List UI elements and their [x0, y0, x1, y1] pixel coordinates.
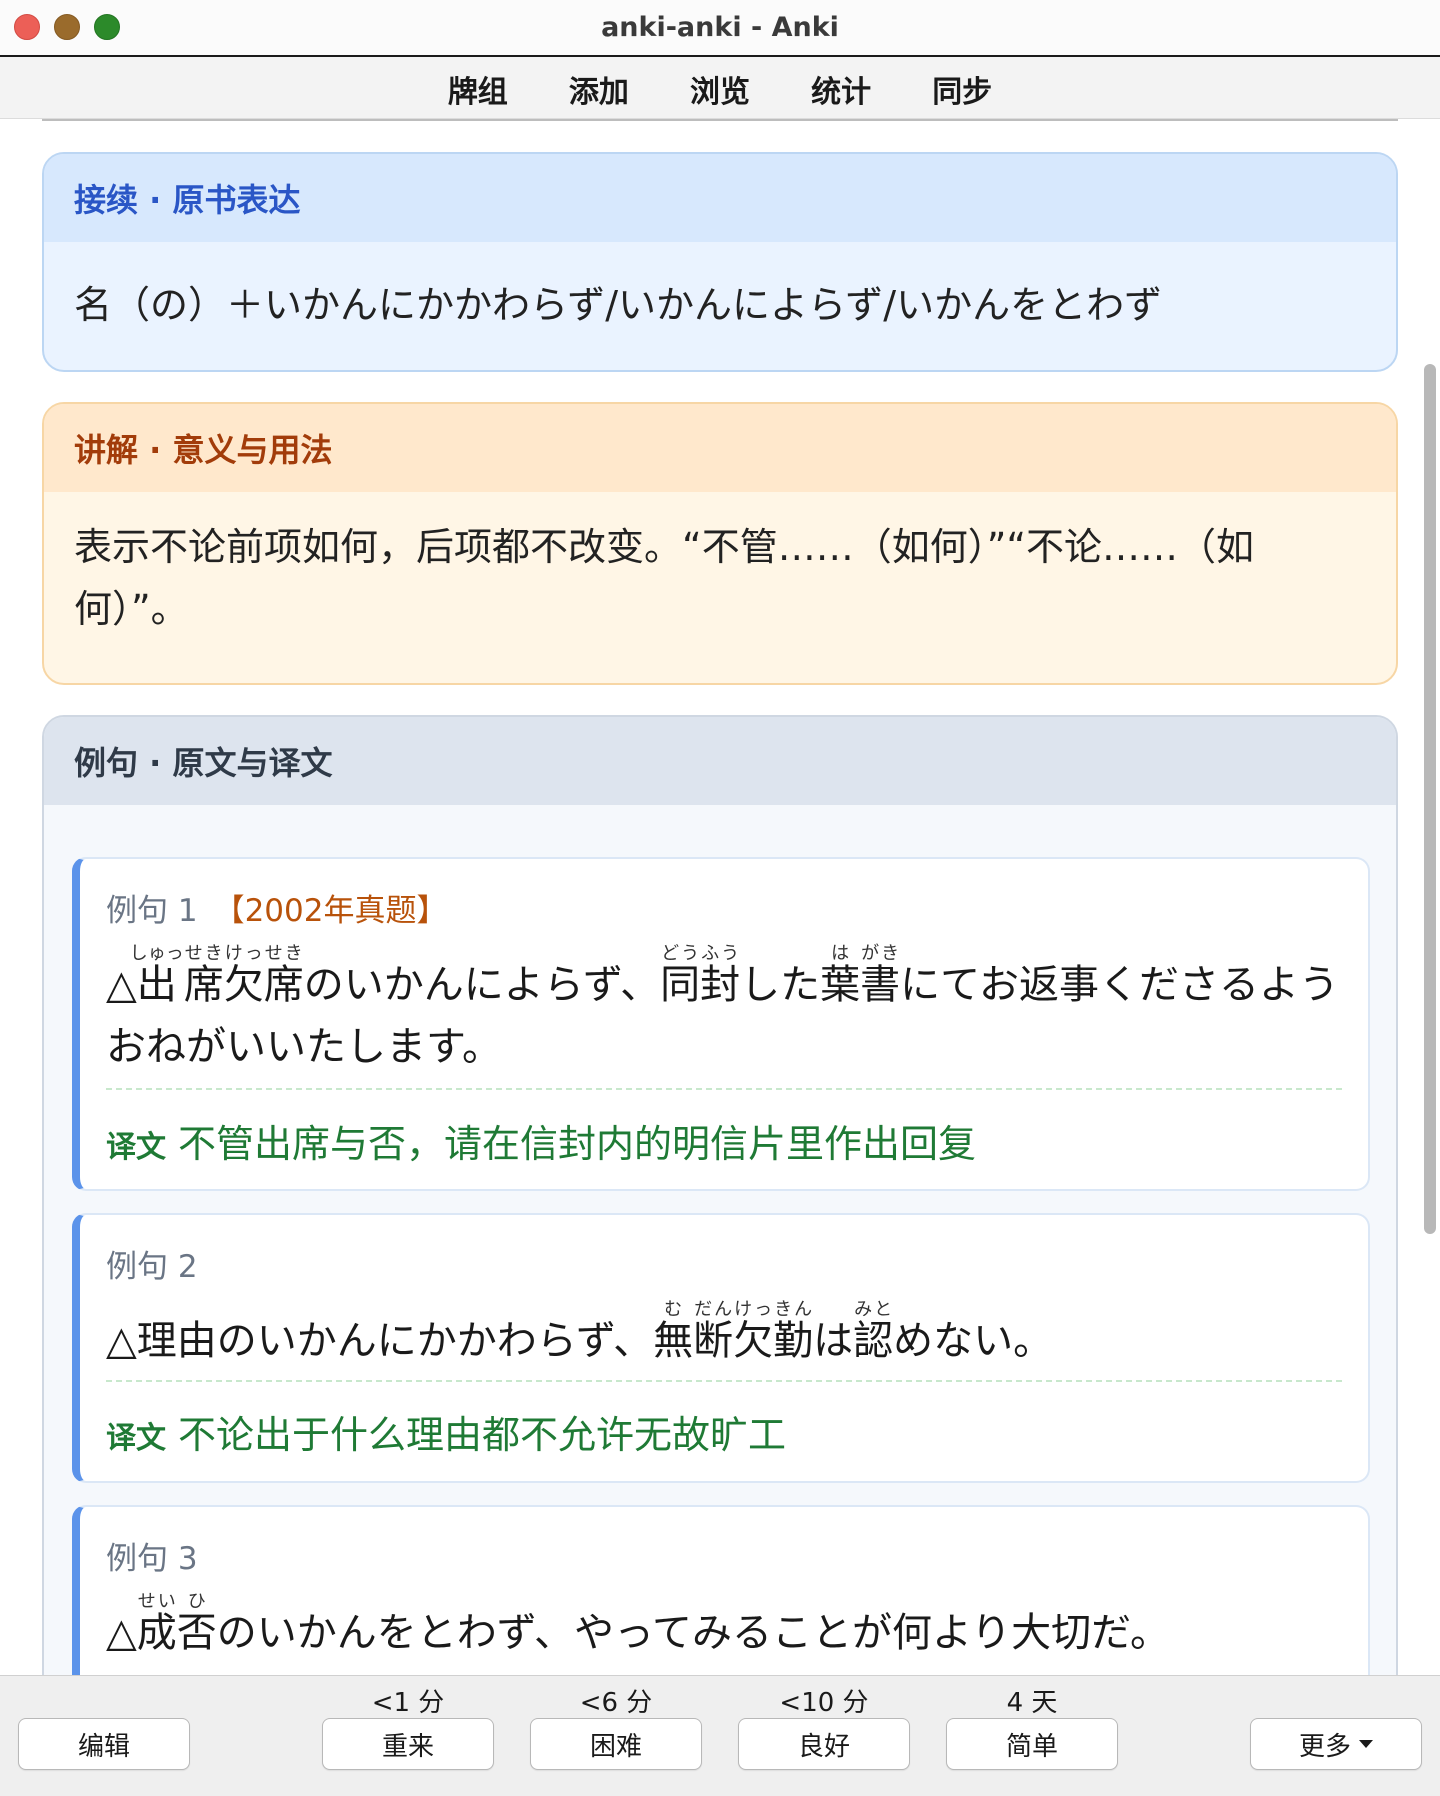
- hard-button[interactable]: 困难: [530, 1718, 702, 1770]
- translation-label: 译文: [106, 1130, 166, 1165]
- menu-stats[interactable]: 统计: [811, 67, 871, 111]
- furigana-word: 勤きん: [773, 1299, 814, 1364]
- furigana-word: 同どう: [660, 943, 701, 1008]
- explanation-header: 讲解 · 意义与用法: [44, 404, 1396, 492]
- sentence-text: した: [740, 962, 821, 1008]
- example-divider: [106, 1380, 1342, 1382]
- furigana-reading: がき: [860, 943, 901, 964]
- furigana-word: 出しゅっ: [129, 943, 184, 1008]
- connection-card: 接续 · 原书表达 名（の）＋いかんにかかわらず/いかんによらず/いかんをとわず: [42, 152, 1398, 372]
- furigana-word: 書がき: [860, 943, 901, 1008]
- more-button[interactable]: 更多: [1250, 1718, 1422, 1770]
- example-label: 例句 1 【2002年真题】: [106, 893, 448, 929]
- easy-button[interactable]: 简单: [946, 1718, 1118, 1770]
- example-item: 例句 3 △成せい否ひのいかんをとわず、やってみることが何より大切だ。: [72, 1505, 1370, 1675]
- furigana-word: 断だん: [693, 1299, 734, 1364]
- answer-bar: 编辑 <1 分 重来 <6 分 困难 <10 分 良好 4 天 简单 更多: [0, 1675, 1440, 1796]
- furigana-word: 成せい: [136, 1591, 177, 1656]
- menu-add[interactable]: 添加: [569, 67, 629, 111]
- due-hard: <6 分: [579, 1688, 653, 1718]
- example-label: 例句 3: [106, 1541, 198, 1577]
- sentence-text: は: [813, 1318, 854, 1364]
- connection-text: 名（の）＋いかんにかかわらず/いかんによらず/いかんをとわず: [74, 283, 1163, 327]
- title-bar: anki-anki - Anki: [0, 0, 1440, 56]
- again-button[interactable]: 重来: [322, 1718, 494, 1770]
- furigana-reading: みと: [853, 1299, 894, 1320]
- furigana-word: 葉は: [820, 943, 861, 1008]
- example-divider: [106, 1088, 1342, 1090]
- furigana-reading: せき: [183, 943, 224, 964]
- furigana-word: 欠けっ: [733, 1299, 774, 1364]
- furigana-word: 否ひ: [176, 1591, 217, 1656]
- furigana-reading: けっ: [223, 943, 264, 964]
- furigana-reading: だん: [693, 1299, 734, 1320]
- exam-tag: 【2002年真题】: [213, 893, 448, 929]
- connection-header: 接续 · 原书表达: [44, 154, 1396, 242]
- examples-header: 例句 · 原文与译文: [44, 717, 1396, 805]
- furigana-reading: きん: [773, 1299, 814, 1320]
- sentence-text: △: [106, 1610, 137, 1656]
- furigana-reading: ひ: [176, 1591, 217, 1612]
- example-label: 例句 2: [106, 1249, 198, 1285]
- furigana-word: 席せき: [183, 943, 224, 1008]
- edit-button[interactable]: 编辑: [18, 1718, 190, 1770]
- due-easy: 4 天: [1006, 1688, 1058, 1718]
- menu-decks[interactable]: 牌组: [448, 67, 508, 111]
- caret-down-icon: [1359, 1740, 1373, 1748]
- explanation-card: 讲解 · 意义与用法 表示不论前项如何，后项都不改变。“不管……（如何）”“不论…: [42, 402, 1398, 685]
- furigana-reading: ふう: [700, 943, 741, 964]
- sentence-text: のいかんによらず、: [303, 962, 661, 1008]
- window-title: anki-anki - Anki: [601, 12, 839, 43]
- furigana-reading: む: [653, 1299, 694, 1320]
- content-divider: [42, 119, 1398, 121]
- examples-card: 例句 · 原文与译文 例句 1 【2002年真题】 △出しゅっ席せき欠けっ席せきの…: [42, 715, 1398, 1675]
- due-again: <1 分: [371, 1688, 445, 1718]
- vertical-scrollbar[interactable]: [1424, 364, 1436, 1234]
- furigana-reading: せき: [263, 943, 304, 964]
- furigana-reading: は: [820, 943, 861, 964]
- card-content: 接续 · 原书表达 名（の）＋いかんにかかわらず/いかんによらず/いかんをとわず…: [0, 119, 1440, 1675]
- example-sentence: △理由のいかんにかかわらず、無む断だん欠けっ勤きんは認みとめない。: [106, 1299, 1356, 1372]
- example-item: 例句 2 △理由のいかんにかかわらず、無む断だん欠けっ勤きんは認みとめない。 译…: [72, 1213, 1370, 1483]
- menu-sync[interactable]: 同步: [932, 67, 992, 111]
- good-button[interactable]: 良好: [738, 1718, 910, 1770]
- furigana-reading: せい: [136, 1591, 177, 1612]
- furigana-word: 無む: [653, 1299, 694, 1364]
- furigana-reading: どう: [660, 943, 701, 964]
- sentence-text: △理由のいかんにかかわらず、: [106, 1318, 654, 1364]
- furigana-word: 席せき: [263, 943, 304, 1008]
- menu-browse[interactable]: 浏览: [690, 67, 750, 111]
- sentence-text: のいかんをとわず、やってみることが何より大切だ。: [216, 1610, 1170, 1656]
- furigana-word: 封ふう: [700, 943, 741, 1008]
- example-sentence: △出しゅっ席せき欠けっ席せきのいかんによらず、同どう封ふうした葉は書がきにてお返…: [106, 943, 1356, 1078]
- furigana-word: 欠けっ: [223, 943, 264, 1008]
- translation-label: 译文: [106, 1421, 166, 1456]
- example-sentence: △成せい否ひのいかんをとわず、やってみることが何より大切だ。: [106, 1591, 1356, 1664]
- example-item: 例句 1 【2002年真题】 △出しゅっ席せき欠けっ席せきのいかんによらず、同どう…: [72, 857, 1370, 1191]
- due-good: <10 分: [779, 1688, 869, 1718]
- main-toolbar: 牌组 添加 浏览 统计 同步: [0, 57, 1440, 119]
- explanation-text: 表示不论前项如何，后项都不改变。“不管……（如何）”“不论……（如何）”。: [74, 525, 1255, 631]
- furigana-reading: しゅっ: [129, 943, 184, 964]
- example-translation: 译文 不论出于什么理由都不允许无故旷工: [106, 1413, 787, 1457]
- sentence-text: めない。: [893, 1318, 1054, 1364]
- example-translation: 译文 不管出席与否，请在信封内的明信片里作出回复: [106, 1122, 977, 1166]
- furigana-reading: けっ: [733, 1299, 774, 1320]
- furigana-word: 認みと: [853, 1299, 894, 1364]
